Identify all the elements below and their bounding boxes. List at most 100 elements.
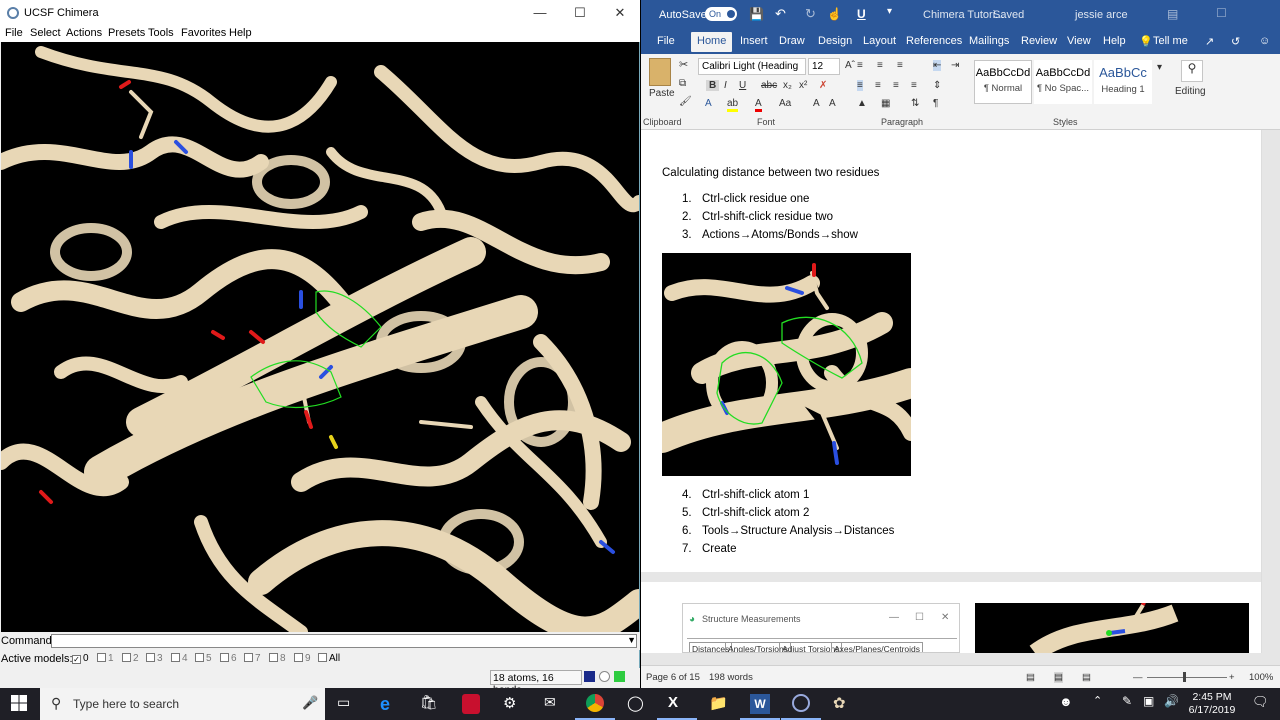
tab-references[interactable]: References [906,35,962,47]
style-normal[interactable]: AaBbCcDd ¶ Normal [974,60,1032,104]
tab-home[interactable]: Home [691,32,733,52]
maximize-icon[interactable]: ☐ [560,0,600,26]
find-icon[interactable]: ⚲ [1181,60,1203,82]
model-checkbox-2[interactable]: 2 [122,653,139,664]
notifications-icon[interactable]: 🗨 [1252,694,1274,714]
app-icon[interactable]: ◯ [627,694,649,714]
model-checkbox-1[interactable]: 1 [97,653,114,664]
font-size-select[interactable]: 12 [808,58,840,75]
menu-tools[interactable]: Tools [148,27,174,39]
bullets-icon[interactable]: ≡ [857,60,863,71]
word-icon[interactable]: W [750,694,770,714]
embedded-screenshot-measurements[interactable]: ◕ Structure Measurements — ☐ ✕ Distances… [682,603,960,653]
model-checkbox-5[interactable]: 5 [195,653,212,664]
settings-icon[interactable]: ⚙ [503,694,525,714]
line-spacing-icon[interactable]: ⇕ [933,80,941,91]
numbering-icon[interactable]: ≡ [877,60,883,71]
tab-layout[interactable]: Layout [863,35,896,47]
tab-mailings[interactable]: Mailings [969,35,1009,47]
zoom-slider[interactable] [1147,677,1227,678]
taskbar-search[interactable]: ⚲ Type here to search 🎤 [40,688,325,720]
decrease-indent-icon[interactable]: ⇤ [933,60,942,71]
tab-view[interactable]: View [1067,35,1091,47]
align-center-icon[interactable]: ≡ [875,80,881,91]
save-icon[interactable]: 💾 [749,7,764,21]
store-icon[interactable]: 🛍 [420,694,442,714]
embedded-screenshot-residues[interactable] [662,253,911,476]
selection-color-icon[interactable] [614,671,625,682]
style-no-spacing[interactable]: AaBbCcDd ¶ No Spac... [1034,60,1092,104]
pen-icon[interactable]: ✎ [1122,694,1144,714]
clear-formatting-icon[interactable]: ✗ [819,80,827,91]
shading-icon[interactable]: ▲ [857,98,867,109]
model-checkbox-4[interactable]: 4 [171,653,188,664]
touch-mode-icon[interactable]: ☝ [827,7,842,21]
taskbar-clock[interactable]: 2:45 PM 6/17/2019 [1184,691,1240,717]
edge-icon[interactable]: e [380,694,402,714]
mcafee-icon[interactable] [462,694,480,714]
highlight-icon[interactable]: ab [727,98,739,112]
menu-favorites[interactable]: Favorites [181,27,226,39]
word-maximize-icon[interactable]: ☐ [1216,6,1227,20]
editing-button[interactable]: Editing [1175,86,1206,97]
zoom-slider-thumb[interactable] [1183,672,1186,682]
read-mode-icon[interactable]: ▤ [1026,672,1035,683]
tab-review[interactable]: Review [1021,35,1057,47]
autosave-toggle[interactable]: On [705,7,737,21]
menu-presets[interactable]: Presets [108,27,145,39]
lightbulb-icon[interactable]: 💡 [1139,35,1153,48]
align-left-icon[interactable]: ≡ [857,80,863,91]
subscript-button[interactable]: x₂ [783,80,792,91]
history-icon[interactable]: ↺ [1231,35,1240,48]
show-marks-icon[interactable]: ¶ [933,98,938,109]
tab-help[interactable]: Help [1103,35,1126,47]
align-right-icon[interactable]: ≡ [893,80,899,91]
tell-me-search[interactable]: Tell me [1153,35,1188,47]
copy-icon[interactable]: ⧉ [679,78,686,89]
sort-icon[interactable]: ⇅ [911,98,919,109]
paste-button[interactable]: Paste [649,88,675,99]
file-explorer-icon[interactable]: 📁 [709,694,731,714]
print-layout-icon[interactable]: ▤ [1054,672,1063,683]
molecule-viewport[interactable] [1,42,639,632]
text-effects-icon[interactable]: A [705,98,712,109]
minimize-icon[interactable]: — [520,0,560,26]
selection-inspector-icon[interactable] [584,671,595,682]
font-color-icon[interactable]: A [755,98,762,112]
command-input[interactable] [51,634,637,648]
tab-design[interactable]: Design [818,35,852,47]
menu-select[interactable]: Select [30,27,61,39]
model-checkbox-7[interactable]: 7 [244,653,261,664]
volume-icon[interactable]: 🔊 [1164,694,1186,714]
pymol-icon[interactable]: ✿ [833,694,855,714]
model-checkbox-0[interactable]: ✓ 0 [72,653,89,664]
task-view-icon[interactable]: ▭ [337,694,359,714]
model-checkbox-8[interactable]: 8 [269,653,286,664]
font-name-select[interactable]: Calibri Light (Heading [698,58,806,75]
paste-icon[interactable] [649,58,671,86]
network-icon[interactable]: ▣ [1143,694,1165,714]
cut-icon[interactable]: ✂ [679,58,688,71]
model-checkbox-9[interactable]: 9 [294,653,311,664]
multilevel-list-icon[interactable]: ≡ [897,60,903,71]
close-icon[interactable]: ✕ [600,0,640,26]
grow-font-2-icon[interactable]: A [813,98,820,109]
grow-font-icon[interactable]: Aˆ [845,60,855,71]
superscript-button[interactable]: x² [799,80,807,91]
document-scrollbar[interactable] [1261,130,1280,653]
tab-file[interactable]: File [657,35,675,47]
chimera-taskbar-icon[interactable] [792,694,810,712]
tab-insert[interactable]: Insert [740,35,768,47]
shrink-font-icon[interactable]: A [829,98,836,109]
ribbon-display-icon[interactable]: ▤ [1167,7,1178,21]
embedded-screenshot-atoms[interactable] [975,603,1249,653]
change-case-icon[interactable]: Aa [779,98,791,109]
style-heading-1[interactable]: AaBbCc Heading 1 [1094,60,1152,104]
chrome-icon[interactable] [586,694,604,712]
selection-mode-icon[interactable] [599,671,610,682]
italic-button[interactable]: I [724,80,727,91]
windows-start-icon[interactable] [10,694,32,714]
underline-button[interactable]: U [739,80,746,91]
mail-icon[interactable]: ✉ [544,694,566,714]
format-painter-icon[interactable]: 🖌 [679,96,692,107]
